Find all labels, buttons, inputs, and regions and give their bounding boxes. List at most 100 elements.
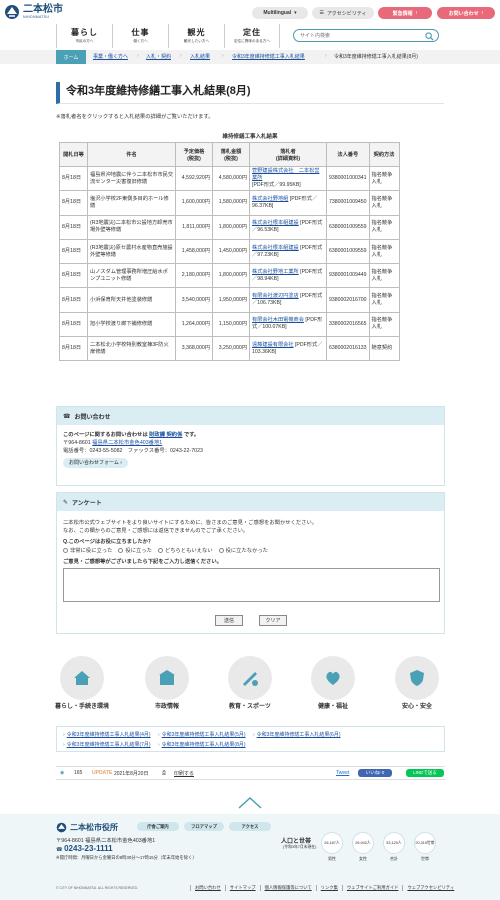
line-share-button[interactable]: LINEで送る xyxy=(406,769,444,777)
contact-section: ☎ お問い合わせ このページに関するお問い合わせは 財政課 契約係 です。 〒9… xyxy=(56,406,445,486)
breadcrumb-item[interactable]: 令和3年度維持修繕工事入札結果 xyxy=(232,53,305,60)
accessibility-button[interactable]: ☰ アクセシビリティ xyxy=(312,7,374,19)
search-input[interactable] xyxy=(300,32,420,40)
radio-button[interactable] xyxy=(118,548,124,554)
winner-link[interactable]: 菅野建設株式会社 二本松営業所 xyxy=(252,168,319,181)
footer-link[interactable]: ウェブアクセシビリティ xyxy=(402,885,458,891)
site-logo[interactable]: 二本松市 NIHONMATSU xyxy=(4,4,63,20)
contact-label: お問い合わせ xyxy=(448,10,479,17)
footer-link[interactable]: リンク集 xyxy=(315,885,342,891)
table-row: 8月18日 小浜保育所天井他塗装修繕 3,540,000円 1,950,000円… xyxy=(59,287,400,313)
cell-name: 山ノスダム管理事務所増圧給水ポンプユニット修繕 xyxy=(87,263,176,289)
related-link[interactable]: 令和3年度維持修繕工事入札結果(5月) xyxy=(158,732,246,738)
survey-option[interactable]: 非常に役に立った xyxy=(63,547,112,555)
population-value: 53,129人 xyxy=(383,832,405,854)
cell-planned: 1,458,000円 xyxy=(175,238,213,265)
footer-logo[interactable]: 二本松市役所 xyxy=(56,822,118,833)
winner-link[interactable]: 株式会社野地工業所 xyxy=(252,269,299,275)
footer-link[interactable]: ウェブサイトご利用ガイド xyxy=(341,885,403,891)
emergency-button[interactable]: 緊急情報 › xyxy=(378,7,432,19)
gnav-item-settle[interactable]: 定住 定住に興味のある方へ xyxy=(224,24,280,48)
category-health[interactable]: 健康・福祉 xyxy=(303,656,363,711)
survey-option[interactable]: 役に立った xyxy=(118,547,152,555)
survey-options: 非常に役に立った 役に立った どちらともいえない 役に立たなかった xyxy=(63,547,438,555)
footer-name: 二本松市役所 xyxy=(70,823,118,832)
population-value: 26,942人 xyxy=(352,832,374,854)
global-nav: 暮らし 市民の方へ 仕事 働く方へ 観光 観光したい方へ 定住 定住に興味のある… xyxy=(56,24,280,48)
page-top-icon[interactable] xyxy=(237,796,263,810)
phone-icon: ☎ xyxy=(63,413,71,420)
category-circle xyxy=(395,656,439,700)
winner-link[interactable]: 株式会社根本組建設 xyxy=(252,220,299,226)
population-households: 20,319世帯 世帯 xyxy=(413,832,437,862)
tweet-link[interactable]: Tweet xyxy=(336,770,349,776)
cell-corp: 9380001009449 xyxy=(326,263,370,289)
cell-awarded: 3,250,000円 xyxy=(212,336,250,362)
radio-button[interactable] xyxy=(157,548,163,554)
winner-link[interactable]: 株式会社根本組建設 xyxy=(252,245,299,251)
printer-icon[interactable]: ⎙ xyxy=(162,770,166,776)
radio-button[interactable] xyxy=(63,548,68,554)
cell-awarded: 1,800,000円 xyxy=(212,263,250,289)
cell-awarded: 1,450,000円 xyxy=(212,238,250,265)
gnav-item-living[interactable]: 暮らし 市民の方へ xyxy=(56,24,112,48)
footer-link[interactable]: 個人情報保護等について xyxy=(259,885,316,891)
contact-form-button[interactable]: お問い合わせフォーム › xyxy=(63,458,128,468)
gnav-item-tourism[interactable]: 観光 観光したい方へ xyxy=(168,24,224,48)
table-header-row: 開札日等 件名 予定価格 (税抜) 落札金額 (税抜) 落札者 (詳細資料) 法… xyxy=(59,142,400,167)
search-icon[interactable] xyxy=(425,32,434,41)
survey-section: ✎ アンケート 二本松市公式ウェブサイトをより良いサイトにするために、皆さまのご… xyxy=(56,492,445,634)
category-safety[interactable]: 安心・安全 xyxy=(387,656,447,711)
cell-winner: 株式会社根本組建設 [PDF形式／96.53KB] xyxy=(249,214,327,240)
eye-icon: ◉ xyxy=(60,770,65,776)
footer-address: 〒964-8601 福島県二本松市金色403番地1 ☎ 0243-23-1111… xyxy=(56,837,197,862)
footer-button-floormap[interactable]: フロアマップ xyxy=(184,822,224,831)
related-link[interactable]: 令和3年度維持修繕工事入札結果(8月) xyxy=(158,742,246,748)
cell-method: 指名競争入札 xyxy=(368,214,400,240)
breadcrumb-home[interactable]: ホーム xyxy=(56,50,86,64)
breadcrumb-separator-icon: › xyxy=(325,53,327,59)
footer-link[interactable]: お問い合わせ xyxy=(190,885,225,891)
footer-button-access[interactable]: アクセス xyxy=(229,822,271,831)
winner-link[interactable]: 株式会社野地組 xyxy=(252,196,288,202)
footer-link[interactable]: サイトマップ xyxy=(224,885,260,891)
survey-clear-button[interactable]: クリア xyxy=(259,615,287,626)
cell-awarded: 1,800,000円 xyxy=(212,214,250,240)
winner-link[interactable]: 有限会社木田電機商会 xyxy=(252,317,304,323)
gnav-item-work[interactable]: 仕事 働く方へ xyxy=(112,24,168,48)
footer-button-building[interactable]: 庁舎ご案内 xyxy=(137,822,179,831)
contact-dept-link[interactable]: 財政課 契約係 xyxy=(149,432,182,438)
contact-lead-suffix: です。 xyxy=(182,432,200,438)
breadcrumb-item[interactable]: 入札・契約 xyxy=(146,53,171,60)
facebook-like-button[interactable]: いいね! 0 xyxy=(358,769,392,777)
breadcrumb-item[interactable]: 事業・働く方へ xyxy=(93,53,128,60)
survey-option[interactable]: どちらともいえない xyxy=(157,547,213,555)
related-link[interactable]: 令和3年度維持修繕工事入札結果(4月) xyxy=(63,732,151,738)
related-link[interactable]: 令和3年度維持修繕工事入札結果(7月) xyxy=(63,742,151,748)
breadcrumb-item[interactable]: 入札結果 xyxy=(190,53,210,60)
radio-button[interactable] xyxy=(218,548,224,554)
breadcrumb-current: 令和3年度維持修繕工事入札結果(8月) xyxy=(334,54,418,60)
contact-address-link[interactable]: 福島県二本松市金色403番地1 xyxy=(92,440,162,446)
cell-planned: 3,368,000円 xyxy=(175,336,213,362)
category-education[interactable]: 教育・スポーツ xyxy=(220,656,280,711)
cell-name: 小浜保育所天井他塗装修繕 xyxy=(87,287,176,313)
category-city-info[interactable]: 市政情報 xyxy=(137,656,197,711)
category-living[interactable]: 暮らし・手続き環境 xyxy=(52,656,112,711)
related-link[interactable]: 令和3年度維持修繕工事入札結果(6月) xyxy=(253,732,341,738)
chevron-right-icon: › xyxy=(120,460,122,466)
survey-option[interactable]: 役に立たなかった xyxy=(218,547,268,555)
cell-planned: 1,600,000円 xyxy=(175,190,213,216)
survey-heading: ✎ アンケート xyxy=(57,493,444,511)
winner-link[interactable]: 遠藤建設有限会社 xyxy=(252,342,294,348)
survey-submit-button[interactable]: 送信 xyxy=(215,615,243,626)
home-icon xyxy=(74,671,90,685)
winner-link[interactable]: 有限会社渡辺円塗店 xyxy=(252,293,299,299)
multilingual-button[interactable]: Multilingual ▾ xyxy=(252,7,308,19)
contact-postal: 〒964-8601 xyxy=(63,440,91,446)
survey-comment-field[interactable] xyxy=(63,568,440,602)
population-label: 男性 xyxy=(328,856,336,861)
print-link[interactable]: 印刷する xyxy=(174,770,194,777)
cell-name: 福島県沖地震に伴う二本松市市民交流センター災害復旧修繕 xyxy=(87,165,176,192)
contact-button[interactable]: お問い合わせ › xyxy=(437,7,495,19)
